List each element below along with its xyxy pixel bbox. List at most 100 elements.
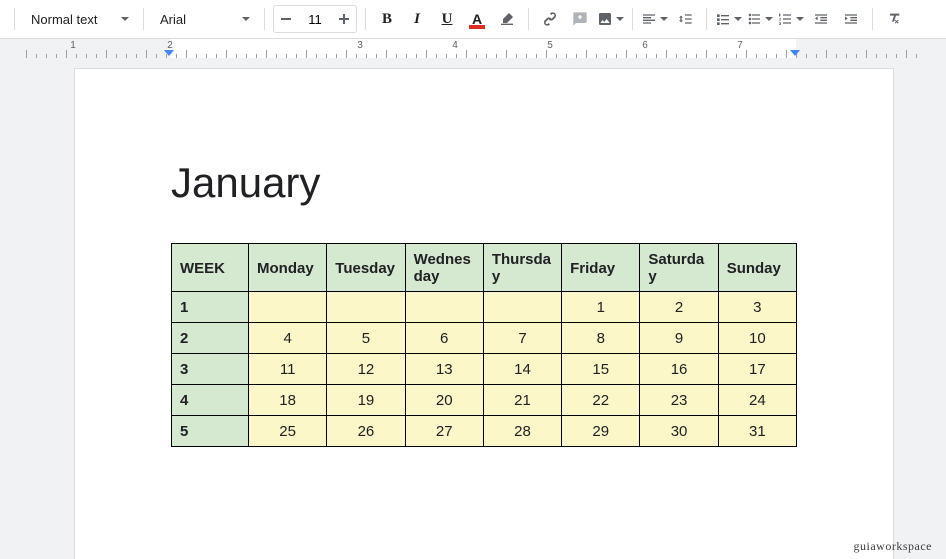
chevron-down-icon [660,17,668,21]
underline-button[interactable]: U [434,6,460,32]
calendar-cell[interactable] [249,292,327,323]
calendar-row: 245678910 [172,323,797,354]
page[interactable]: January WEEKMondayTuesdayWednesdayThursd… [74,68,894,559]
calendar-header-row: WEEKMondayTuesdayWednesdayThursdayFriday… [172,244,797,292]
separator [528,8,529,30]
calendar-cell[interactable]: 14 [483,354,561,385]
font-family-selector[interactable]: Arial [152,6,256,32]
calendar-cell[interactable]: 15 [562,354,640,385]
decrease-indent-button[interactable] [808,6,834,32]
highlight-color-button[interactable] [494,6,520,32]
clear-formatting-icon [886,11,902,27]
calendar-cell[interactable]: 22 [562,385,640,416]
insert-image-button[interactable] [597,6,624,32]
calendar-cell[interactable]: 2 [640,292,718,323]
calendar-cell[interactable]: 27 [405,416,483,447]
calendar-cell[interactable]: 13 [405,354,483,385]
link-icon [542,11,558,27]
font-family-label: Arial [160,12,186,27]
calendar-cell[interactable]: 10 [718,323,796,354]
calendar-header-cell[interactable]: Sunday [718,244,796,292]
increase-indent-button[interactable] [838,6,864,32]
separator [14,8,15,30]
calendar-cell[interactable]: 29 [562,416,640,447]
calendar-cell[interactable]: 16 [640,354,718,385]
insert-link-button[interactable] [537,6,563,32]
decrease-font-size-button[interactable] [274,6,298,32]
calendar-cell[interactable]: 30 [640,416,718,447]
calendar-cell[interactable]: 25 [249,416,327,447]
checklist-button[interactable] [715,6,742,32]
image-icon [597,11,613,27]
calendar-cell[interactable] [405,292,483,323]
week-number-cell[interactable]: 3 [172,354,249,385]
calendar-cell[interactable] [327,292,405,323]
calendar-cell[interactable]: 24 [718,385,796,416]
calendar-header-cell[interactable]: Friday [562,244,640,292]
italic-button[interactable]: I [404,6,430,32]
week-number-cell[interactable]: 5 [172,416,249,447]
calendar-header-cell[interactable]: Monday [249,244,327,292]
font-size-input[interactable] [298,11,332,28]
calendar-cell[interactable]: 18 [249,385,327,416]
calendar-cell[interactable]: 19 [327,385,405,416]
calendar-cell[interactable] [483,292,561,323]
calendar-row: 525262728293031 [172,416,797,447]
calendar-cell[interactable]: 12 [327,354,405,385]
calendar-cell[interactable]: 3 [718,292,796,323]
calendar-table[interactable]: WEEKMondayTuesdayWednesdayThursdayFriday… [171,243,797,447]
add-comment-button[interactable] [567,6,593,32]
left-indent-marker[interactable] [164,50,174,56]
calendar-header-cell[interactable]: Saturday [640,244,718,292]
numbered-list-button[interactable] [777,6,804,32]
clear-formatting-button[interactable] [881,6,907,32]
horizontal-ruler[interactable]: 1 2 3 4 5 6 7 [0,39,946,58]
calendar-row: 1123 [172,292,797,323]
week-number-cell[interactable]: 2 [172,323,249,354]
calendar-cell[interactable]: 31 [718,416,796,447]
chevron-down-icon [616,17,624,21]
calendar-cell[interactable]: 5 [327,323,405,354]
week-number-cell[interactable]: 4 [172,385,249,416]
calendar-cell[interactable]: 11 [249,354,327,385]
calendar-cell[interactable]: 28 [483,416,561,447]
calendar-cell[interactable]: 20 [405,385,483,416]
calendar-header-cell[interactable]: Thursday [483,244,561,292]
line-spacing-button[interactable] [672,6,698,32]
calendar-row: 418192021222324 [172,385,797,416]
calendar-cell[interactable]: 23 [640,385,718,416]
decrease-indent-icon [813,11,829,27]
week-number-cell[interactable]: 1 [172,292,249,323]
chevron-down-icon [734,17,742,21]
paragraph-style-label: Normal text [31,12,97,27]
calendar-cell[interactable]: 9 [640,323,718,354]
calendar-cell[interactable]: 17 [718,354,796,385]
document-title[interactable]: January [171,159,797,207]
calendar-header-cell[interactable]: Wednesday [405,244,483,292]
calendar-header-cell[interactable]: Tuesday [327,244,405,292]
separator [365,8,366,30]
increase-indent-icon [843,11,859,27]
calendar-cell[interactable]: 6 [405,323,483,354]
calendar-cell[interactable]: 4 [249,323,327,354]
watermark: guiaworkspace [854,539,932,554]
calendar-cell[interactable]: 8 [562,323,640,354]
paragraph-style-selector[interactable]: Normal text [23,6,135,32]
align-button[interactable] [641,6,668,32]
calendar-cell[interactable]: 1 [562,292,640,323]
calendar-cell[interactable]: 21 [483,385,561,416]
calendar-row: 311121314151617 [172,354,797,385]
text-color-bar [469,25,485,29]
checklist-icon [715,11,731,27]
chevron-down-icon [121,17,129,21]
bold-button[interactable]: B [374,6,400,32]
chevron-down-icon [242,17,250,21]
bulleted-list-button[interactable] [746,6,773,32]
calendar-cell[interactable]: 7 [483,323,561,354]
text-color-button[interactable]: A [464,6,490,32]
separator [143,8,144,30]
calendar-cell[interactable]: 26 [327,416,405,447]
right-indent-marker[interactable] [790,50,800,56]
increase-font-size-button[interactable] [332,6,356,32]
calendar-header-cell[interactable]: WEEK [172,244,249,292]
